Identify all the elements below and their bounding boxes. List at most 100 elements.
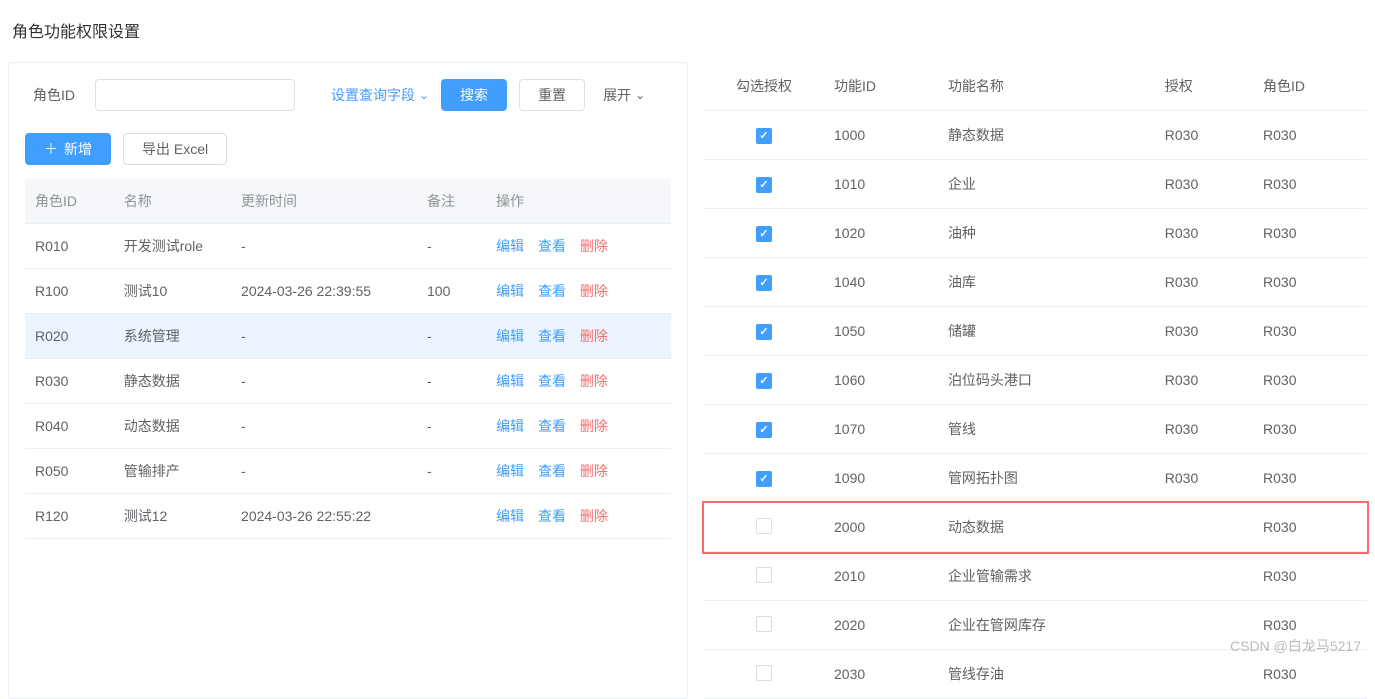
table-row[interactable]: R120 测试12 2024-03-26 22:55:22 编辑 查看 删除 [25, 494, 671, 539]
view-link[interactable]: 查看 [538, 283, 566, 299]
cell-func-id: 2020 [824, 601, 938, 650]
cell-func-id: 1070 [824, 405, 938, 454]
col-func-name[interactable]: 功能名称 [938, 62, 1155, 111]
auth-checkbox[interactable] [756, 324, 772, 340]
role-id-label: 角色ID [25, 85, 75, 105]
table-row: 1090 管网拓扑图 R030 R030 [704, 454, 1367, 503]
cell-actions: 编辑 查看 删除 [486, 269, 671, 314]
delete-link[interactable]: 删除 [580, 418, 608, 434]
cell-role-id: R030 [1253, 503, 1367, 552]
col-remark[interactable]: 备注 [417, 179, 486, 224]
edit-link[interactable]: 编辑 [496, 238, 524, 254]
table-row[interactable]: R030 静态数据 - - 编辑 查看 删除 [25, 359, 671, 404]
table-row: 2000 动态数据 R030 [704, 503, 1367, 552]
plus-icon: ＋ [44, 139, 58, 159]
cell-role-id: R030 [1253, 160, 1367, 209]
view-link[interactable]: 查看 [538, 373, 566, 389]
cell-update-time: - [231, 314, 417, 359]
delete-link[interactable]: 删除 [580, 328, 608, 344]
cell-check [704, 405, 824, 454]
reset-button[interactable]: 重置 [519, 79, 585, 111]
col-role-id[interactable]: 角色ID [25, 179, 114, 224]
chevron-down-icon: ⌄ [419, 88, 429, 102]
page-title: 角色功能权限设置 [0, 0, 1375, 62]
add-button[interactable]: ＋ 新增 [25, 133, 111, 165]
col-auth[interactable]: 授权 [1155, 62, 1253, 111]
delete-link[interactable]: 删除 [580, 508, 608, 524]
auth-checkbox[interactable] [756, 471, 772, 487]
auth-checkbox[interactable] [756, 567, 772, 583]
view-link[interactable]: 查看 [538, 508, 566, 524]
auth-checkbox[interactable] [756, 373, 772, 389]
config-query-fields-link[interactable]: 设置查询字段 ⌄ [331, 85, 429, 105]
edit-link[interactable]: 编辑 [496, 463, 524, 479]
cell-check [704, 160, 824, 209]
cell-role-id: R030 [1253, 209, 1367, 258]
cell-remark: - [417, 359, 486, 404]
delete-link[interactable]: 删除 [580, 463, 608, 479]
col-name[interactable]: 名称 [114, 179, 231, 224]
cell-role-id: R010 [25, 224, 114, 269]
edit-link[interactable]: 编辑 [496, 418, 524, 434]
cell-func-name: 企业 [938, 160, 1155, 209]
cell-role-id: R030 [1253, 454, 1367, 503]
auth-checkbox[interactable] [756, 177, 772, 193]
cell-func-id: 2030 [824, 650, 938, 699]
table-row: 1000 静态数据 R030 R030 [704, 111, 1367, 160]
col-update-time[interactable]: 更新时间 [231, 179, 417, 224]
view-link[interactable]: 查看 [538, 463, 566, 479]
auth-checkbox[interactable] [756, 616, 772, 632]
cell-auth [1155, 650, 1253, 699]
table-row[interactable]: R010 开发测试role - - 编辑 查看 删除 [25, 224, 671, 269]
cell-func-name: 企业在管网库存 [938, 601, 1155, 650]
view-link[interactable]: 查看 [538, 238, 566, 254]
view-link[interactable]: 查看 [538, 418, 566, 434]
auth-checkbox[interactable] [756, 665, 772, 681]
auth-checkbox[interactable] [756, 422, 772, 438]
edit-link[interactable]: 编辑 [496, 328, 524, 344]
auth-checkbox[interactable] [756, 226, 772, 242]
table-row[interactable]: R020 系统管理 - - 编辑 查看 删除 [25, 314, 671, 359]
cell-name: 静态数据 [114, 359, 231, 404]
delete-link[interactable]: 删除 [580, 373, 608, 389]
table-row[interactable]: R040 动态数据 - - 编辑 查看 删除 [25, 404, 671, 449]
col-role-id[interactable]: 角色ID [1253, 62, 1367, 111]
cell-actions: 编辑 查看 删除 [486, 404, 671, 449]
export-excel-button[interactable]: 导出 Excel [123, 133, 227, 165]
role-table: 角色ID 名称 更新时间 备注 操作 R010 开发测试role - - 编辑 … [25, 179, 671, 539]
table-row[interactable]: R100 测试10 2024-03-26 22:39:55 100 编辑 查看 … [25, 269, 671, 314]
table-row: 1060 泊位码头港口 R030 R030 [704, 356, 1367, 405]
cell-update-time: - [231, 359, 417, 404]
cell-func-name: 管网拓扑图 [938, 454, 1155, 503]
cell-auth [1155, 552, 1253, 601]
table-row[interactable]: R050 管输排产 - - 编辑 查看 删除 [25, 449, 671, 494]
cell-name: 动态数据 [114, 404, 231, 449]
cell-actions: 编辑 查看 删除 [486, 314, 671, 359]
cell-func-name: 动态数据 [938, 503, 1155, 552]
delete-link[interactable]: 删除 [580, 283, 608, 299]
cell-update-time: - [231, 224, 417, 269]
cell-remark: - [417, 449, 486, 494]
expand-link[interactable]: 展开 ⌄ [603, 85, 645, 105]
auth-checkbox[interactable] [756, 128, 772, 144]
auth-checkbox[interactable] [756, 275, 772, 291]
search-button[interactable]: 搜索 [441, 79, 507, 111]
cell-check [704, 111, 824, 160]
cell-role-id: R100 [25, 269, 114, 314]
edit-link[interactable]: 编辑 [496, 373, 524, 389]
delete-link[interactable]: 删除 [580, 238, 608, 254]
cell-role-id: R030 [1253, 650, 1367, 699]
cell-role-id: R030 [25, 359, 114, 404]
cell-func-name: 泊位码头港口 [938, 356, 1155, 405]
col-func-id[interactable]: 功能ID [824, 62, 938, 111]
auth-checkbox[interactable] [756, 518, 772, 534]
cell-auth: R030 [1155, 209, 1253, 258]
cell-role-id: R030 [1253, 307, 1367, 356]
cell-role-id: R030 [1253, 405, 1367, 454]
role-id-input[interactable] [95, 79, 295, 111]
view-link[interactable]: 查看 [538, 328, 566, 344]
cell-remark: - [417, 314, 486, 359]
cell-name: 测试12 [114, 494, 231, 539]
edit-link[interactable]: 编辑 [496, 283, 524, 299]
edit-link[interactable]: 编辑 [496, 508, 524, 524]
